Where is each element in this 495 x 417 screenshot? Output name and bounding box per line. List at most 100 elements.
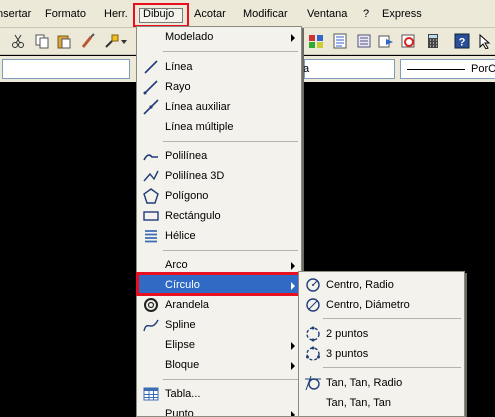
- menu-item-helice[interactable]: Hélice: [137, 226, 301, 246]
- menu-item-poligono[interactable]: Polígono: [137, 186, 301, 206]
- menu-item-label: Línea auxiliar: [165, 101, 231, 113]
- help-arrow-icon[interactable]: [478, 33, 495, 49]
- svg-text:?: ?: [459, 37, 466, 49]
- line-icon: [144, 60, 158, 74]
- menu-item-label: Línea múltiple: [165, 121, 234, 133]
- menu-item-label: Punto: [165, 408, 194, 417]
- layer-dropdown[interactable]: [2, 59, 130, 79]
- submenu-item-3-puntos[interactable]: 3 puntos: [299, 344, 464, 364]
- menu-item-rectangulo[interactable]: Rectángulo: [137, 206, 301, 226]
- polyline-icon: [143, 154, 158, 161]
- menu-help[interactable]: ?: [363, 8, 369, 20]
- properties-icon[interactable]: [332, 33, 348, 49]
- circulo-submenu: Centro, Radio Centro, Diámetro 2 puntos …: [298, 271, 465, 417]
- submenu-arrow-icon: [291, 34, 295, 42]
- copy-icon[interactable]: [34, 33, 50, 49]
- menu-item-rayo[interactable]: Rayo: [137, 77, 301, 97]
- menu-item-tabla[interactable]: Tabla...: [137, 384, 301, 404]
- menu-item-label: Bloque: [165, 359, 200, 371]
- menu-item-label: Modelado: [165, 31, 214, 43]
- menu-item-linea-multiple[interactable]: Línea múltiple: [137, 117, 301, 137]
- submenu-arrow-icon: [291, 362, 295, 370]
- menu-item-arandela[interactable]: Arandela: [137, 295, 301, 315]
- menu-item-label: Tabla...: [165, 388, 201, 400]
- menu-item-elipse[interactable]: Elipse: [137, 335, 301, 355]
- menu-separator: [163, 379, 298, 380]
- menu-item-modelado[interactable]: Modelado: [137, 27, 301, 47]
- menu-item-punto[interactable]: Punto: [137, 404, 301, 417]
- menu-separator: [163, 250, 298, 251]
- submenu-item-label: Tan, Tan, Radio: [326, 377, 403, 389]
- cut-icon[interactable]: [10, 33, 26, 49]
- linetype-dropdown[interactable]: PorC: [400, 59, 495, 79]
- menu-item-linea[interactable]: Línea: [137, 57, 301, 77]
- polyline-3d-icon: [143, 170, 159, 182]
- submenu-item-label: Centro, Radio: [326, 279, 394, 291]
- submenu-arrow-icon: [291, 262, 295, 270]
- menu-insertar[interactable]: Insertar: [0, 8, 31, 20]
- circle-3points-icon: [306, 346, 320, 361]
- sheet-set-icon[interactable]: [378, 33, 394, 49]
- menu-dibujo[interactable]: Dibujo: [143, 8, 174, 20]
- circulo-highlight: [136, 272, 302, 296]
- submenu-item-label: 2 puntos: [326, 328, 369, 340]
- xline-icon: [143, 99, 159, 115]
- submenu-item-tan-tan-tan[interactable]: Tan, Tan, Tan: [299, 393, 464, 413]
- menu-item-label: Línea: [165, 61, 193, 73]
- ray-icon: [143, 80, 158, 95]
- submenu-item-centro-radio[interactable]: Centro, Radio: [299, 275, 464, 295]
- helix-icon: [145, 230, 157, 243]
- submenu-arrow-icon: [291, 411, 295, 416]
- linetype-value: PorC: [471, 63, 495, 75]
- menu-item-label: Polilínea: [165, 150, 208, 162]
- submenu-item-label: Centro, Diámetro: [326, 299, 410, 311]
- submenu-arrow-icon: [291, 342, 295, 350]
- menu-item-label: Rayo: [165, 81, 191, 93]
- menu-express[interactable]: Express: [382, 8, 422, 20]
- submenu-item-label: 3 puntos: [326, 348, 369, 360]
- menu-acotar[interactable]: Acotar: [194, 8, 226, 20]
- circle-2points-icon: [306, 326, 320, 342]
- polygon-icon: [143, 188, 159, 204]
- submenu-item-2-puntos[interactable]: 2 puntos: [299, 324, 464, 344]
- help-icon[interactable]: ?: [454, 33, 470, 49]
- design-center-icon[interactable]: [308, 33, 324, 49]
- menu-modificar[interactable]: Modificar: [243, 8, 288, 20]
- menu-ventana[interactable]: Ventana: [307, 8, 347, 20]
- markup-set-icon[interactable]: [400, 33, 416, 49]
- menu-item-polilinea-3d[interactable]: Polilínea 3D: [137, 166, 301, 186]
- layer-dropdown-text: a: [303, 63, 310, 75]
- submenu-item-centro-diametro[interactable]: Centro, Diámetro: [299, 295, 464, 315]
- menu-item-label: Polígono: [165, 190, 209, 202]
- calculator-icon[interactable]: [425, 33, 441, 49]
- menu-formato[interactable]: Formato: [45, 8, 86, 20]
- menu-item-label: Arco: [165, 259, 188, 271]
- menu-item-polilinea[interactable]: Polilínea: [137, 146, 301, 166]
- tool-palettes-icon[interactable]: [356, 33, 372, 49]
- submenu-separator: [323, 367, 461, 368]
- menu-item-label: Spline: [165, 319, 196, 331]
- dibujo-menu: Modelado Línea Rayo Línea auxiliar Línea…: [136, 26, 302, 417]
- color-dropdown[interactable]: a: [303, 59, 395, 79]
- submenu-item-tan-tan-radio[interactable]: Tan, Tan, Radio: [299, 373, 464, 393]
- match-properties-icon[interactable]: [80, 33, 96, 49]
- circle-center-diameter-icon: [306, 298, 320, 312]
- circle-ttr-icon: [305, 375, 321, 391]
- block-editor-icon[interactable]: [104, 33, 120, 49]
- menu-item-label: Hélice: [165, 230, 196, 242]
- menu-item-label: Arandela: [165, 299, 210, 311]
- menu-bar: Insertar Formato Herr. Dibujo Acotar Mod…: [0, 0, 495, 28]
- menu-item-bloque[interactable]: Bloque: [137, 355, 301, 375]
- menu-herramientas[interactable]: Herr.: [104, 8, 128, 20]
- paste-icon[interactable]: [56, 33, 72, 49]
- toolbar-dropdown-icon[interactable]: [120, 33, 128, 49]
- table-icon: [143, 387, 159, 401]
- menu-item-label: Rectángulo: [165, 210, 221, 222]
- menu-item-label: Polilínea 3D: [165, 170, 225, 182]
- circle-center-radius-icon: [306, 278, 320, 292]
- menu-item-label: Elipse: [165, 339, 195, 351]
- menu-item-linea-auxiliar[interactable]: Línea auxiliar: [137, 97, 301, 117]
- menu-separator: [163, 141, 298, 142]
- linetype-sample: [407, 69, 465, 70]
- menu-item-spline[interactable]: Spline: [137, 315, 301, 335]
